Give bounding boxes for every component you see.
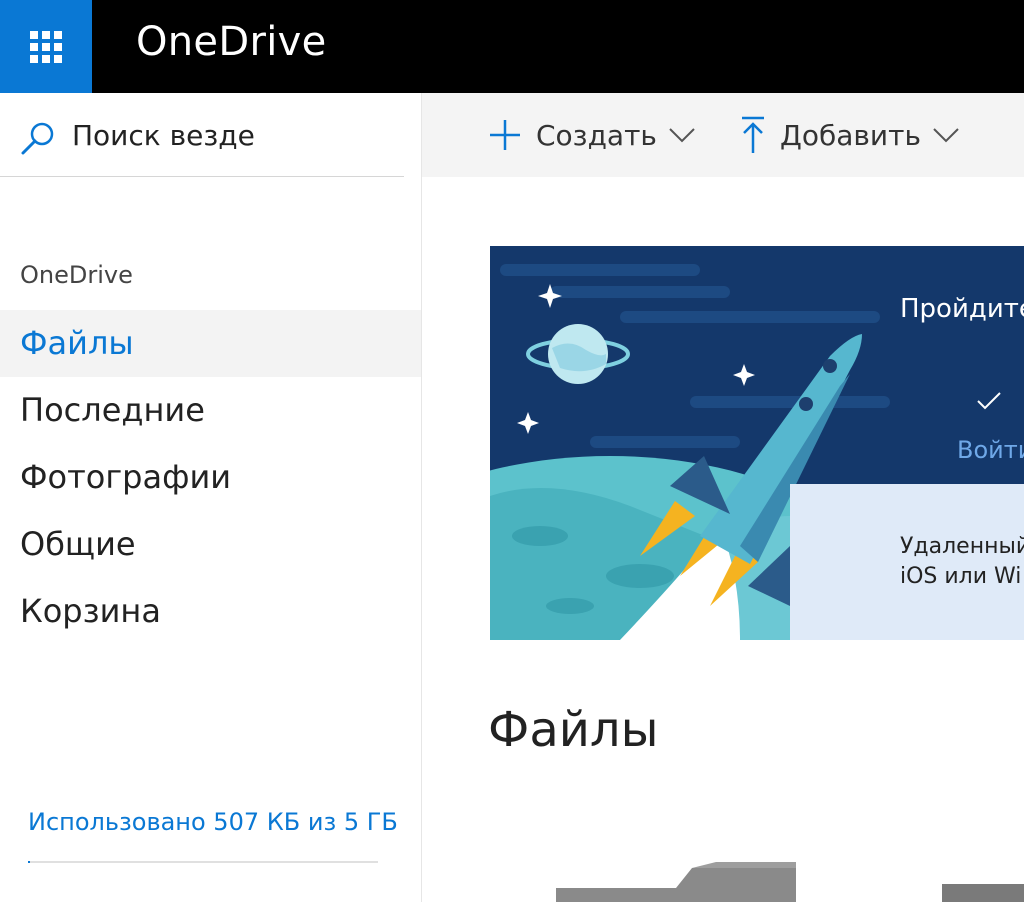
search-input-label: Поиск везде — [72, 119, 255, 152]
storage-quota-link[interactable]: Использовано 507 КБ из 5 ГБ — [28, 807, 398, 837]
nav-item-files[interactable]: Файлы — [0, 310, 421, 377]
app-brand[interactable]: OneDrive — [136, 16, 327, 68]
chevron-down-icon — [933, 128, 959, 143]
waffle-icon — [30, 30, 62, 63]
promo-banner: Пройдите Войти Удаленный iOS или Wi — [490, 246, 1024, 640]
upload-button-label: Добавить — [780, 118, 921, 152]
upload-button[interactable]: Добавить — [740, 93, 959, 177]
top-bar: OneDrive — [0, 0, 1024, 93]
plus-icon — [490, 120, 520, 150]
banner-heading: Пройдите — [900, 294, 1024, 324]
nav-item-shared[interactable]: Общие — [0, 511, 421, 578]
command-bar: Создать Добавить — [422, 93, 1024, 177]
folder-tile[interactable] — [942, 884, 1024, 902]
upload-arrow-icon — [742, 116, 764, 153]
chevron-down-icon — [669, 128, 695, 143]
banner-info-line-1: Удаленный — [900, 534, 1024, 559]
nav-item-photos[interactable]: Фотографии — [0, 444, 421, 511]
banner-info-text: Удаленный iOS или Wi — [900, 532, 1024, 592]
search-icon — [20, 121, 56, 157]
app-launcher-button[interactable] — [0, 0, 92, 93]
create-button[interactable]: Создать — [488, 93, 695, 177]
folder-tile[interactable] — [556, 862, 796, 902]
storage-quota-bar — [28, 861, 378, 863]
search-box[interactable]: Поиск везде — [0, 93, 404, 177]
create-button-label: Создать — [536, 118, 657, 152]
nav-list: Файлы Последние Фотографии Общие Корзина — [0, 310, 421, 645]
banner-signin-link[interactable]: Войти — [957, 436, 1024, 464]
storage-quota-fill — [28, 861, 30, 863]
check-icon — [977, 392, 1001, 410]
banner-info-line-2: iOS или Wi — [900, 564, 1022, 589]
nav-item-recent[interactable]: Последние — [0, 377, 421, 444]
page-title: Файлы — [488, 702, 659, 758]
left-navigation: Поиск везде OneDrive Файлы Последние Фот… — [0, 93, 422, 902]
nav-item-recycle-bin[interactable]: Корзина — [0, 578, 421, 645]
nav-section-label: OneDrive — [20, 261, 133, 289]
